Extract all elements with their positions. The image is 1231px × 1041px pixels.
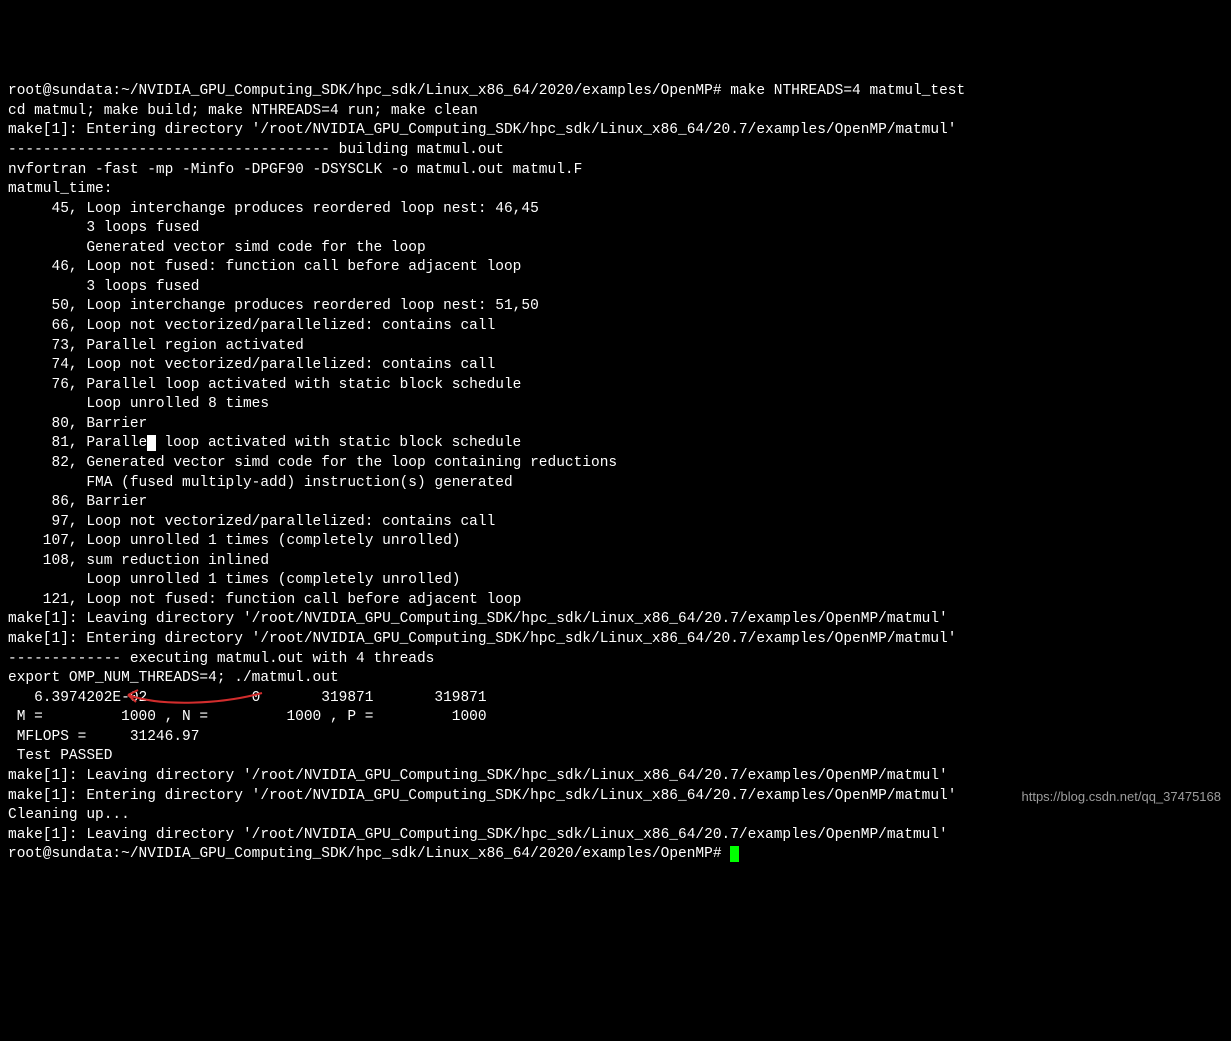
output-line: 3 loops fused [8, 278, 1223, 298]
shell-cursor-icon [730, 846, 739, 862]
output-line: export OMP_NUM_THREADS=4; ./matmul.out [8, 669, 1223, 689]
watermark-text: https://blog.csdn.net/qq_37475168 [1022, 788, 1222, 806]
output-line: 80, Barrier [8, 415, 1223, 435]
output-line: 50, Loop interchange produces reordered … [8, 297, 1223, 317]
output-line: 121, Loop not fused: function call befor… [8, 591, 1223, 611]
test-passed-line: Test PASSED [8, 747, 1223, 767]
output-line: 66, Loop not vectorized/parallelized: co… [8, 317, 1223, 337]
output-line: 82, Generated vector simd code for the l… [8, 454, 1223, 474]
output-line: make[1]: Leaving directory '/root/NVIDIA… [8, 610, 1223, 630]
output-line: 108, sum reduction inlined [8, 552, 1223, 572]
entered-command: make NTHREADS=4 matmul_test [730, 83, 965, 99]
output-line: matmul_time: [8, 180, 1223, 200]
output-line: make[1]: Entering directory '/root/NVIDI… [8, 121, 1223, 141]
output-line: 74, Loop not vectorized/parallelized: co… [8, 356, 1223, 376]
prompt-path: ~/NVIDIA_GPU_Computing_SDK/hpc_sdk/Linux… [121, 846, 713, 862]
output-line: 3 loops fused [8, 219, 1223, 239]
output-line: 97, Loop not vectorized/parallelized: co… [8, 513, 1223, 533]
output-line: nvfortran -fast -mp -Minfo -DPGF90 -DSYS… [8, 161, 1223, 181]
prompt-line-2[interactable]: root@sundata:~/NVIDIA_GPU_Computing_SDK/… [8, 845, 1223, 865]
output-line: ------------------------------------- bu… [8, 141, 1223, 161]
output-line: ------------- executing matmul.out with … [8, 650, 1223, 670]
output-line: FMA (fused multiply-add) instruction(s) … [8, 474, 1223, 494]
output-line: cd matmul; make build; make NTHREADS=4 r… [8, 102, 1223, 122]
prompt-line-1: root@sundata:~/NVIDIA_GPU_Computing_SDK/… [8, 82, 1223, 102]
output-line: Generated vector simd code for the loop [8, 239, 1223, 259]
output-line: 6.3974202E-02 0 319871 319871 [8, 689, 1223, 709]
output-line: 86, Barrier [8, 493, 1223, 513]
output-line: 107, Loop unrolled 1 times (completely u… [8, 532, 1223, 552]
output-line: 45, Loop interchange produces reordered … [8, 200, 1223, 220]
prompt-symbol: # [713, 846, 722, 862]
prompt-path: ~/NVIDIA_GPU_Computing_SDK/hpc_sdk/Linux… [121, 83, 713, 99]
output-line: MFLOPS = 31246.97 [8, 728, 1223, 748]
prompt-symbol: # [713, 83, 722, 99]
output-line: Loop unrolled 1 times (completely unroll… [8, 571, 1223, 591]
output-line: 76, Parallel loop activated with static … [8, 376, 1223, 396]
output-line: M = 1000 , N = 1000 , P = 1000 [8, 708, 1223, 728]
output-line: 73, Parallel region activated [8, 337, 1223, 357]
output-line: Cleaning up... [8, 806, 1223, 826]
prompt-user-host: root@sundata [8, 83, 112, 99]
output-line: Loop unrolled 8 times [8, 395, 1223, 415]
output-line-with-cursor: 81, Paralle loop activated with static b… [8, 434, 1223, 454]
text-cursor-icon [147, 435, 156, 451]
output-line: make[1]: Leaving directory '/root/NVIDIA… [8, 826, 1223, 846]
output-line: 46, Loop not fused: function call before… [8, 258, 1223, 278]
output-line: make[1]: Leaving directory '/root/NVIDIA… [8, 767, 1223, 787]
terminal-output[interactable]: root@sundata:~/NVIDIA_GPU_Computing_SDK/… [8, 82, 1223, 865]
output-line: make[1]: Entering directory '/root/NVIDI… [8, 630, 1223, 650]
prompt-user-host: root@sundata [8, 846, 112, 862]
